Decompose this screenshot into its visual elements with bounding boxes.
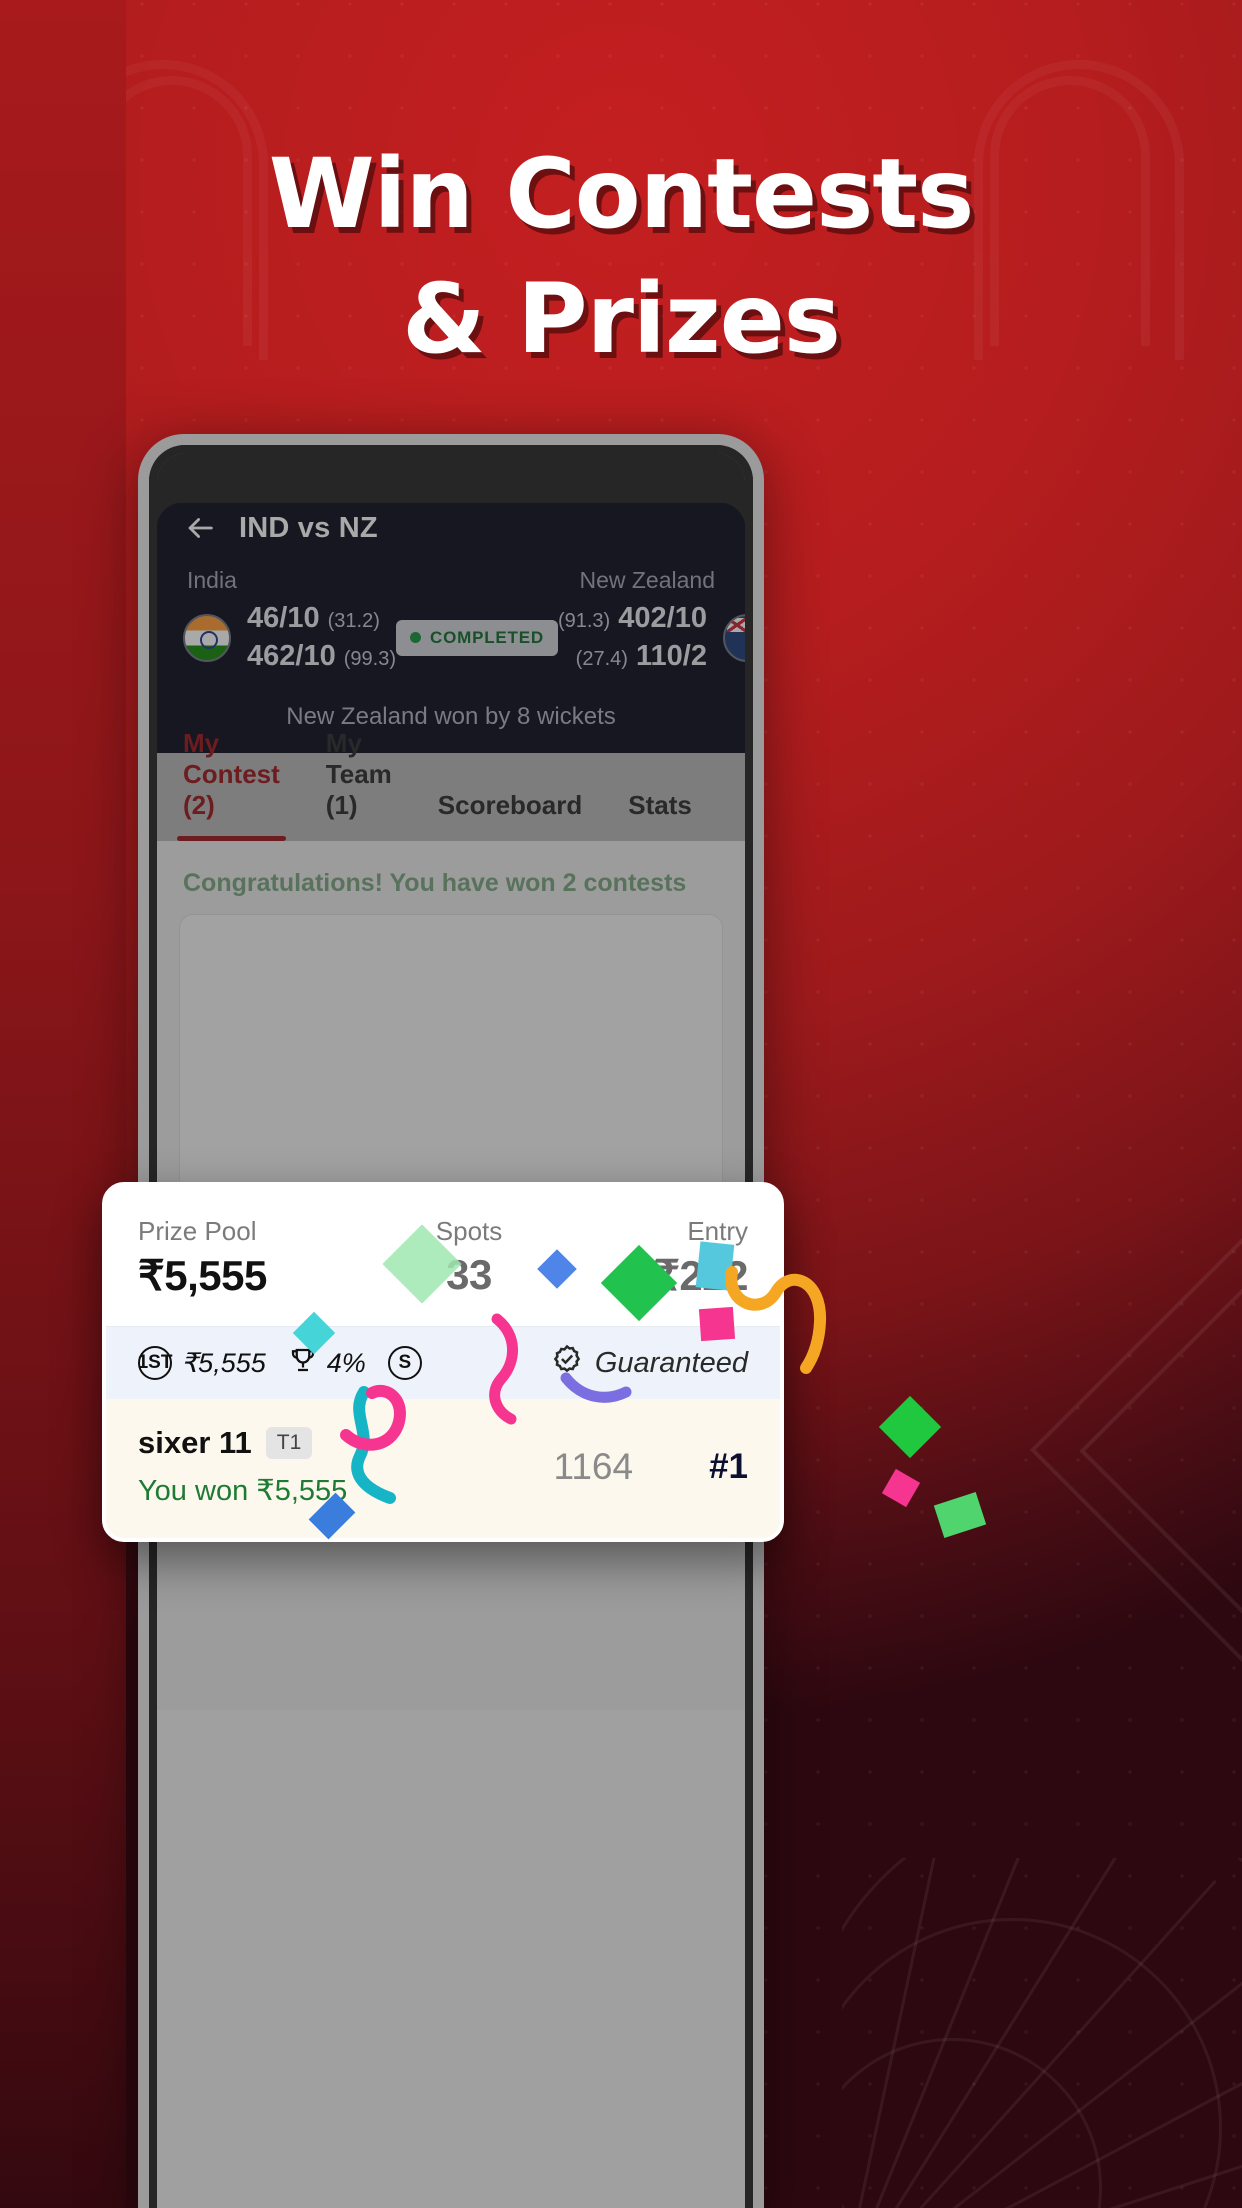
- headline-line-1: Win Contests: [268, 138, 974, 250]
- team-right-name: New Zealand: [579, 567, 715, 593]
- featured-spots-block: Spots 33: [436, 1216, 503, 1300]
- winner-percent-value: 4%: [326, 1347, 366, 1378]
- team-names-row: India New Zealand: [183, 567, 719, 602]
- featured-meta-row: 1ST ₹5,555 4% S Guaranteed: [106, 1326, 780, 1399]
- right-innings-2-overs: (27.4): [575, 648, 628, 670]
- promo-banner: Win Contests & Prizes IND vs NZ India Ne…: [0, 0, 1242, 2208]
- right-innings-2-runs: 110/2: [635, 640, 707, 672]
- tab-my-contest[interactable]: My Contest (2): [177, 728, 286, 841]
- contest-card-featured[interactable]: Prize Pool ₹5,555 Spots 33 Entry ₹222 1S…: [102, 1182, 784, 1542]
- right-innings-1-overs: (91.3): [557, 610, 611, 632]
- status-dot-icon: [410, 632, 422, 643]
- prize-pool-label: Prize Pool: [138, 1216, 257, 1246]
- prize-pool-value: ₹5,555: [138, 1252, 267, 1299]
- team-points: 1164: [553, 1445, 634, 1487]
- back-arrow-icon[interactable]: [183, 511, 217, 545]
- first-prize-info: 1ST ₹5,555: [138, 1346, 266, 1380]
- team-left-scores: 46/10 (31.2) 462/10 (99.3): [247, 602, 396, 673]
- featured-summary-row: Prize Pool ₹5,555 Spots 33 Entry ₹222: [106, 1186, 780, 1326]
- guaranteed-info: Guaranteed: [551, 1343, 748, 1383]
- congrats-text: Congratulations! You have won 2 contests: [183, 869, 687, 897]
- header-title-row: IND vs NZ: [183, 501, 719, 567]
- team-name-row: sixer 11 T1: [138, 1425, 553, 1461]
- team-size-info: S: [387, 1346, 422, 1380]
- screen-notch-mask: [157, 453, 745, 503]
- team-rank: #1: [709, 1446, 748, 1486]
- guaranteed-label: Guaranteed: [594, 1346, 748, 1379]
- single-entry-icon: S: [387, 1346, 422, 1380]
- team-name: sixer 11: [138, 1425, 252, 1460]
- headline-line-2: & Prizes: [402, 262, 841, 375]
- left-innings-2-runs: 462/10: [247, 640, 336, 672]
- score-line: (91.3) 402/10: [558, 602, 707, 635]
- tab-scoreboard[interactable]: Scoreboard: [438, 790, 583, 841]
- team-entry: sixer 11 T1 You won ₹5,555: [138, 1425, 553, 1508]
- trophy-icon: [288, 1345, 318, 1382]
- contest-card-hidden[interactable]: [179, 914, 723, 1214]
- team-badge: T1: [265, 1427, 313, 1459]
- first-rank-icon: 1ST: [138, 1346, 172, 1380]
- verified-check-icon: [551, 1343, 583, 1383]
- score-line: (27.4) 110/2: [576, 640, 707, 673]
- first-prize-value: ₹5,555: [181, 1347, 266, 1378]
- india-flag-icon: [183, 613, 231, 662]
- team-left-block: 46/10 (31.2) 462/10 (99.3): [183, 602, 396, 673]
- page-title: Win Contests & Prizes: [0, 132, 1242, 382]
- background-fan-lines: [842, 1858, 1242, 2208]
- right-innings-1-runs: 402/10: [618, 602, 707, 634]
- spots-label: Spots: [435, 1216, 503, 1246]
- newzealand-flag-icon: [722, 613, 745, 662]
- match-title: IND vs NZ: [239, 511, 378, 544]
- entry-label: Entry: [687, 1216, 748, 1246]
- featured-entry-block: Entry ₹222: [653, 1216, 748, 1300]
- tab-my-team[interactable]: My Team (1): [326, 728, 392, 841]
- left-innings-1-overs: (31.2): [327, 610, 380, 632]
- featured-prize-pool-block: Prize Pool ₹5,555: [138, 1216, 267, 1300]
- winner-percent-info: 4%: [288, 1345, 366, 1382]
- score-line: 462/10 (99.3): [247, 640, 396, 673]
- left-innings-1-runs: 46/10: [247, 602, 320, 634]
- featured-team-row: sixer 11 T1 You won ₹5,555 1164 #1: [106, 1399, 780, 1538]
- score-row: 46/10 (31.2) 462/10 (99.3) COMPLETED (91…: [183, 602, 745, 685]
- team-left-name: India: [187, 567, 237, 593]
- won-amount-text: You won ₹5,555: [138, 1475, 348, 1507]
- status-badge-label: COMPLETED: [430, 627, 544, 647]
- score-line: 46/10 (31.2): [247, 602, 396, 635]
- entry-value: ₹222: [653, 1252, 748, 1299]
- spots-value: 33: [446, 1251, 492, 1298]
- team-right-block: (91.3) 402/10 (27.4) 110/2: [558, 602, 745, 673]
- status-badge: COMPLETED: [396, 619, 558, 656]
- left-innings-2-overs: (99.3): [343, 648, 397, 670]
- tab-stats[interactable]: Stats: [628, 790, 692, 841]
- tab-bar: My Contest (2) My Team (1) Scoreboard St…: [157, 728, 745, 841]
- team-right-scores: (91.3) 402/10 (27.4) 110/2: [558, 602, 707, 673]
